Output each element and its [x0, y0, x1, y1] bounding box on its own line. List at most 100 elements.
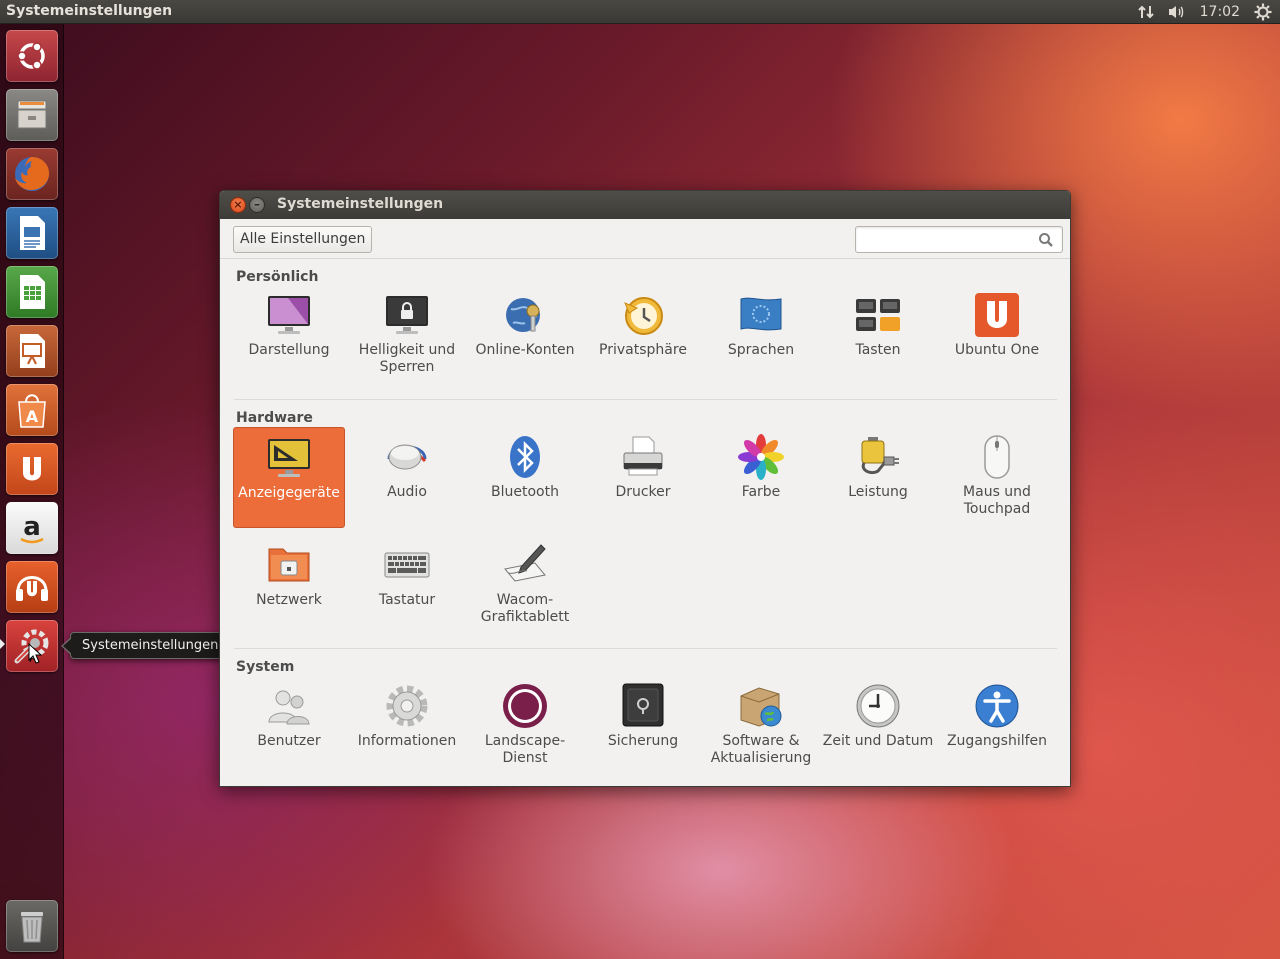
item-audio[interactable]: Audio	[351, 427, 463, 528]
item-label: Software & Aktualisierung	[710, 733, 812, 766]
launcher-files[interactable]	[6, 89, 58, 141]
item-label: Drucker	[615, 484, 671, 500]
item-sicherung[interactable]: Sicherung	[587, 676, 699, 777]
svg-text:a: a	[23, 512, 41, 542]
launcher-software-center[interactable]: A	[6, 384, 58, 436]
shopping-bag-icon: A	[18, 394, 46, 428]
trash-icon	[21, 912, 43, 943]
item-label: Tasten	[855, 342, 901, 358]
close-button[interactable]: ×	[230, 197, 246, 213]
launcher-ubuntu-one-music[interactable]	[6, 561, 58, 613]
bluetooth-icon	[510, 436, 540, 478]
launcher-libreoffice-calc[interactable]	[6, 266, 58, 318]
item-label: Sprachen	[727, 342, 795, 358]
all-settings-button[interactable]: Alle Einstellungen	[233, 226, 373, 253]
item-leistung[interactable]: Leistung	[822, 427, 934, 528]
item-label: Wacom-Grafiktablett	[480, 592, 570, 625]
item-farbe[interactable]: Farbe	[705, 427, 817, 528]
headphones-icon	[16, 576, 48, 601]
item-label: Farbe	[741, 484, 781, 500]
item-informationen[interactable]: Informationen	[351, 676, 463, 777]
launcher-tooltip: Systemeinstellungen	[61, 632, 232, 659]
users-icon	[268, 690, 310, 725]
session-gear-icon[interactable]	[1254, 3, 1272, 21]
item-anzeigegeraete[interactable]: Anzeigegeräte	[233, 427, 345, 528]
network-folder-icon	[268, 548, 310, 582]
item-label: Audio	[387, 484, 427, 500]
item-label: Darstellung	[248, 342, 330, 358]
item-drucker[interactable]: Drucker	[587, 427, 699, 528]
power-battery-icon	[861, 437, 899, 475]
launcher-firefox[interactable]	[6, 148, 58, 200]
item-privatsphaere[interactable]: Privatsphäre	[587, 285, 699, 386]
brightness-lock-icon	[386, 296, 428, 334]
section-title-system: System	[236, 659, 295, 675]
search-box[interactable]	[855, 226, 1063, 253]
item-label: Sicherung	[607, 733, 679, 749]
impress-presentation-icon	[20, 334, 45, 368]
volume-icon[interactable]	[1168, 4, 1186, 20]
network-icon[interactable]	[1137, 4, 1154, 20]
launcher-trash[interactable]	[6, 900, 58, 952]
item-label: Informationen	[357, 733, 457, 749]
section-divider	[234, 399, 1057, 400]
item-zugangshilfen[interactable]: Zugangshilfen	[941, 676, 1053, 777]
search-input[interactable]	[862, 228, 1032, 251]
file-cabinet-icon	[17, 100, 47, 129]
item-tastatur[interactable]: Tastatur	[351, 535, 463, 636]
item-benutzer[interactable]: Benutzer	[233, 676, 345, 777]
minimize-button[interactable]: –	[249, 197, 265, 213]
item-wacom-grafiktablett[interactable]: Wacom-Grafiktablett	[469, 535, 581, 636]
mouse-icon	[984, 435, 1010, 479]
ubuntu-logo-icon	[17, 42, 45, 70]
indicator-area: 17:02	[1137, 0, 1272, 24]
section-title-personal: Persönlich	[236, 269, 319, 285]
system-settings-window: × – Systemeinstellungen Alle Einstellung…	[219, 190, 1071, 787]
launcher-libreoffice-impress[interactable]	[6, 325, 58, 377]
item-label: Landscape-Dienst	[484, 733, 566, 766]
item-online-konten[interactable]: Online-Konten	[469, 285, 581, 386]
item-label: Online-Konten	[475, 342, 575, 358]
launcher-amazon[interactable]: a	[6, 502, 58, 554]
item-maus-touchpad[interactable]: Maus und Touchpad	[941, 427, 1053, 528]
section-title-hardware: Hardware	[236, 410, 313, 426]
calc-spreadsheet-icon	[20, 275, 45, 309]
item-label: Privatsphäre	[599, 342, 687, 358]
item-helligkeit-sperren[interactable]: Helligkeit und Sperren	[351, 285, 463, 386]
online-accounts-icon	[506, 298, 540, 332]
ubuntu-one-icon	[23, 457, 41, 481]
appearance-icon	[268, 296, 310, 334]
launcher-ubuntu-one[interactable]	[6, 443, 58, 495]
item-bluetooth[interactable]: Bluetooth	[469, 427, 581, 528]
printer-icon	[623, 436, 663, 476]
window-titlebar[interactable]: × – Systemeinstellungen	[220, 191, 1070, 219]
item-darstellung[interactable]: Darstellung	[233, 285, 345, 386]
window-title: Systemeinstellungen	[277, 196, 444, 212]
search-icon[interactable]	[1038, 232, 1054, 248]
item-label: Leistung	[848, 484, 908, 500]
section-divider	[234, 648, 1057, 649]
launcher-ubuntu-dash[interactable]	[6, 30, 58, 82]
item-ubuntu-one[interactable]: Ubuntu One	[941, 285, 1053, 386]
writer-document-icon	[20, 216, 45, 250]
item-sprachen[interactable]: Sprachen	[705, 285, 817, 386]
svg-text:A: A	[26, 407, 39, 426]
item-tasten[interactable]: Tasten	[822, 285, 934, 386]
keyboard-icon	[384, 552, 430, 578]
item-label: Zeit und Datum	[822, 733, 934, 749]
firefox-icon	[15, 157, 50, 191]
item-label: Anzeigegeräte	[238, 485, 340, 501]
item-zeit-datum[interactable]: Zeit und Datum	[822, 676, 934, 777]
item-label: Helligkeit und Sperren	[358, 342, 456, 375]
clock-text[interactable]: 17:02	[1200, 4, 1240, 20]
item-landscape-dienst[interactable]: Landscape-Dienst	[469, 676, 581, 777]
active-app-title: Systemeinstellungen	[6, 3, 173, 19]
landscape-icon	[503, 684, 547, 728]
ubuntu-one-icon	[975, 293, 1019, 337]
launcher-libreoffice-writer[interactable]	[6, 207, 58, 259]
item-netzwerk[interactable]: Netzwerk	[233, 535, 345, 636]
info-gear-icon	[386, 685, 428, 727]
item-software-aktualisierung[interactable]: Software & Aktualisierung	[705, 676, 817, 777]
keyboard-keys-icon	[856, 299, 900, 331]
item-label: Netzwerk	[256, 592, 322, 608]
